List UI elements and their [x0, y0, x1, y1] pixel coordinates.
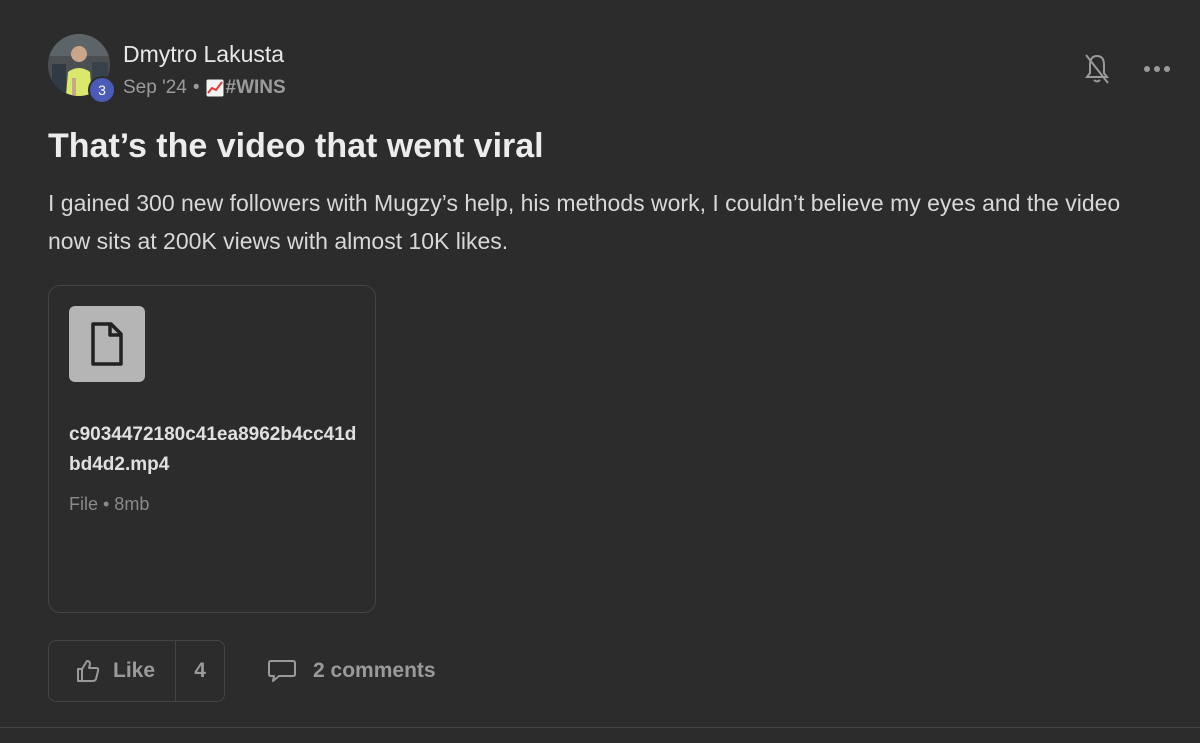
- post-title: That’s the video that went viral: [48, 127, 544, 165]
- file-name: c9034472180c41ea8962b4cc41dbd4d2.mp4: [69, 424, 357, 475]
- bell-off-icon: [1085, 54, 1109, 84]
- post-category[interactable]: #WINS: [226, 73, 286, 103]
- more-options-button[interactable]: [1142, 52, 1172, 86]
- post-date[interactable]: Sep '24: [123, 73, 187, 103]
- like-count[interactable]: 4: [175, 641, 224, 701]
- post-divider: [0, 727, 1200, 728]
- file-icon-container: [69, 306, 145, 382]
- post-subline: Sep '24 • #WINS: [123, 73, 286, 103]
- chart-increasing-icon: [206, 79, 224, 97]
- file-attachment-card[interactable]: c9034472180c41ea8962b4cc41dbd4d2.mp4 Fil…: [48, 285, 376, 613]
- more-horizontal-icon: [1144, 66, 1170, 72]
- post-header: 3 Dmytro Lakusta Sep '24 • #WINS: [48, 34, 286, 104]
- like-label: Like: [113, 659, 156, 682]
- comments-label: 2 comments: [313, 659, 436, 682]
- like-group: Like 4: [48, 640, 226, 702]
- notification-toggle-button[interactable]: [1082, 52, 1112, 86]
- post-actions: Like 4 2 comments: [48, 640, 436, 702]
- file-meta: File • 8mb: [69, 494, 150, 514]
- meta-separator: •: [192, 77, 200, 98]
- comment-icon: [268, 660, 297, 682]
- like-button[interactable]: Like: [49, 641, 175, 701]
- comments-button[interactable]: 2 comments: [267, 658, 436, 684]
- file-icon: [91, 322, 123, 366]
- author-name[interactable]: Dmytro Lakusta: [123, 39, 286, 69]
- post-card: 3 Dmytro Lakusta Sep '24 • #WINS That’s …: [0, 0, 1200, 743]
- level-badge: 3: [88, 76, 116, 104]
- post-body: I gained 300 new followers with Mugzy’s …: [48, 190, 1121, 254]
- avatar-wrapper[interactable]: 3: [48, 34, 116, 104]
- thumbs-up-icon: [77, 660, 100, 682]
- top-actions: [1082, 52, 1172, 86]
- post-meta: Dmytro Lakusta Sep '24 • #WINS: [123, 39, 286, 103]
